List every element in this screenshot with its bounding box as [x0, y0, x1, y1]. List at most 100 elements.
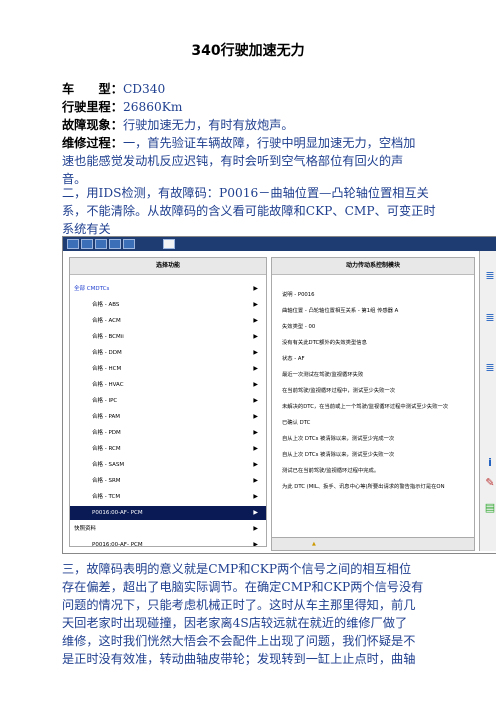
model-value: CD340 [122, 82, 166, 96]
function-list-item[interactable]: 合格 - PDM ▶ [70, 426, 266, 440]
dtc-detail-line: 在当前驾驶/监视循环过程中，测试至少失败一次 [282, 388, 396, 394]
chevron-right-icon: ▶ [253, 541, 258, 547]
function-list-item[interactable]: 合格 - DDM ▶ [70, 346, 266, 360]
pcm-detail-pane: 动力传动系控制模块 说明 - P0016 曲轴位置 - 凸轮轴位置相互关系 - 第… [271, 257, 475, 547]
para2-line-2: 系，不能清除。从故障码的含义看可能故障和CKP、CMP、可变正时 [62, 204, 436, 218]
function-item-label: 合格 - RCM [92, 446, 121, 452]
process-text-1: 一，首先验证车辆故障，行驶中明显加速无力，空档加 [122, 136, 416, 150]
function-list-item[interactable]: 合格 - HVAC ▶ [70, 378, 266, 392]
function-item-label: 合格 - HVAC [92, 382, 124, 388]
process-text-2: 速也能感觉发动机反应迟钝，有时会听到空气格部位有回火的声 [62, 154, 404, 168]
pcm-detail-header: 动力传动系控制模块 [272, 258, 474, 275]
side-toolbar: ≣ ≣ ≣ i ✎ ▤ [479, 251, 496, 551]
function-list-item[interactable]: 合格 - SRM ▶ [70, 474, 266, 488]
chevron-right-icon: ▶ [253, 349, 258, 356]
function-list-item[interactable]: P0016:00-AF- PCM ▶ [70, 538, 266, 547]
toolbar-button-1[interactable] [67, 239, 79, 249]
dtc-detail-line: 未解决的DTC，在当前或上一个驾驶/监视循环过程中测试至少失败一次 [282, 404, 449, 410]
list-icon-3[interactable]: ≣ [483, 361, 496, 375]
chevron-right-icon: ▶ [253, 445, 258, 452]
toolbar-button-3[interactable] [95, 239, 107, 249]
warning-icon: ▲ [312, 541, 316, 547]
chevron-right-icon: ▶ [253, 413, 258, 420]
select-function-header: 选择功能 [70, 258, 266, 275]
function-item-label: 合格 - BCMii [92, 334, 124, 340]
function-list-item[interactable]: P0016:00-AF- PCM ▶ [70, 506, 266, 520]
dtc-detail-line: 没有有关此DTC额外的失效类型信息 [282, 340, 367, 346]
para3-line-3: 问题的情况下，只能考虑机械正时了。这时从车主那里得知，前几 [62, 598, 416, 612]
chevron-right-icon: ▶ [253, 461, 258, 468]
function-list-item[interactable]: 合格 - ACM ▶ [70, 314, 266, 328]
function-list-item[interactable]: 合格 - IPC ▶ [70, 394, 266, 408]
ids-screenshot: 选择功能 全部 CMDTCs ▶ 合格 - ABS ▶ 合格 - ACM ▶ 合格 - BC… [62, 236, 496, 554]
dtc-detail-line: 测试已在当前驾驶/监视循环过程中完成。 [282, 468, 380, 474]
function-list-item[interactable]: 合格 - HCM ▶ [70, 362, 266, 376]
function-item-label: P0016:00-AF- PCM [92, 542, 143, 547]
function-item-label: 合格 - ABS [92, 302, 120, 308]
list-icon-2[interactable]: ≣ [483, 311, 496, 325]
chevron-right-icon: ▶ [253, 365, 258, 372]
function-list-item[interactable]: 合格 - PAM ▶ [70, 410, 266, 424]
toolbar-button-4[interactable] [109, 239, 121, 249]
dtc-detail-line: 说明 - P0016 [282, 292, 315, 298]
dtc-detail-line: 自从上次 DTCs 被清除以来，测试至少完成一次 [282, 436, 395, 442]
select-function-pane: 选择功能 全部 CMDTCs ▶ 合格 - ABS ▶ 合格 - ACM ▶ 合格 - BC… [69, 257, 267, 547]
dtc-detail-line: 已确认 DTC [282, 420, 311, 426]
function-item-label: 合格 - ACM [92, 318, 121, 324]
chevron-right-icon: ▶ [253, 317, 258, 324]
document-icon[interactable]: ▤ [483, 501, 496, 515]
toolbar-button-5[interactable] [123, 239, 135, 249]
chevron-right-icon: ▶ [253, 477, 258, 484]
symptom-line: 故障现象：行驶加速无力，有时有放炮声。 [62, 116, 448, 134]
dtc-detail-line: 最近一次测试在驾驶/监视循环失败 [282, 372, 364, 378]
function-list-item[interactable]: 合格 - TCM ▶ [70, 490, 266, 504]
model-line: 车 型：CD340 [62, 80, 448, 98]
chevron-right-icon: ▶ [253, 397, 258, 404]
function-list-item[interactable]: 合格 - BCMii ▶ [70, 330, 266, 344]
dtc-detail-line: 曲轴位置 - 凸轮轴位置相互关系 - 第1组 传感器 A [282, 308, 399, 314]
chevron-right-icon: ▶ [253, 285, 258, 292]
dtc-detail-line: 状态 - AF [282, 356, 305, 362]
function-item-label: 合格 - IPC [92, 398, 118, 404]
function-item-label: 合格 - DDM [92, 350, 122, 356]
tools-icon[interactable]: ✎ [483, 476, 496, 490]
model-label: 车 型： [62, 82, 123, 96]
list-icon[interactable]: ≣ [483, 269, 496, 283]
toolbar-button-2[interactable] [81, 239, 93, 249]
function-item-label: 合格 - TCM [92, 494, 121, 500]
para2-line-1: 二，用IDS检测，有故障码：P0016－曲轴位置—凸轮轴位置相互关 [62, 186, 429, 200]
dtc-detail-line: 为此 DTC (MIL、扳手、讯息中心等)所要出请求的警告指示灯是在ON [282, 484, 445, 490]
chevron-right-icon: ▶ [253, 333, 258, 340]
para3-line-4: 天回老家时出现碰撞，因老家离4S店较远就在就近的维修厂做了 [62, 616, 408, 630]
chevron-right-icon: ▶ [253, 509, 258, 516]
function-item-label: 合格 - HCM [92, 366, 122, 372]
function-list-item[interactable]: 合格 - RCM ▶ [70, 442, 266, 456]
para3-line-2: 存在偏差，超出了电脑实际调节。在确定CMP和CKP两个信号没有 [62, 580, 424, 594]
function-list-item[interactable]: 合格 - ABS ▶ [70, 298, 266, 312]
chevron-right-icon: ▶ [253, 525, 258, 532]
function-item-label: 合格 - SRM [92, 478, 121, 484]
mileage-line: 行驶里程：26860Km [62, 98, 448, 116]
mileage-value: 26860Km [122, 100, 183, 114]
clipboard-icon[interactable] [163, 239, 175, 249]
function-list-item[interactable]: 合格 - SASM ▶ [70, 458, 266, 472]
mileage-label: 行驶里程： [62, 100, 123, 114]
function-item-label: P0016:00-AF- PCM [92, 510, 143, 516]
function-list-item[interactable]: 全部 CMDTCs ▶ [70, 282, 266, 296]
process-label: 维修过程： [62, 136, 123, 150]
chevron-right-icon: ▶ [253, 493, 258, 500]
para3-line-5: 维修，这时我们恍然大悟会不会配件上出现了问题，我们怀疑是不 [62, 634, 416, 648]
symptom-label: 故障现象： [62, 118, 123, 132]
dtc-detail-line: 自从上次 DTCs 被清除以来，测试至少失败一次 [282, 452, 395, 458]
para3-line-1: 三，故障码表明的意义就是CMP和CKP两个信号之间的相互相位 [62, 562, 412, 576]
function-item-label: 合格 - PAM [92, 414, 120, 420]
toolbar [63, 237, 496, 251]
function-list-item[interactable]: 快照资料 ▶ [70, 522, 266, 536]
info-icon[interactable]: i [483, 456, 496, 470]
chevron-right-icon: ▶ [253, 429, 258, 436]
page-title: 340行驶加速无力 [191, 43, 305, 59]
function-item-label: 合格 - SASM [92, 462, 125, 468]
para3-line-6: 是正时没有效准，转动曲轴皮带轮；发现转到一缸上止点时，曲轴 [62, 652, 416, 666]
dtc-detail-line: 失效类型 - 00 [282, 324, 316, 330]
status-bar: ▲ [271, 537, 475, 551]
